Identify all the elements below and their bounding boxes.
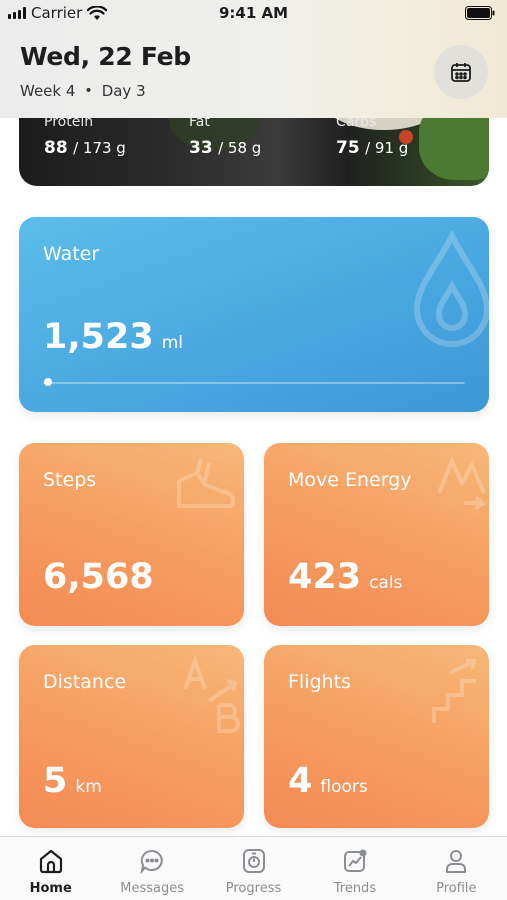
distance-amount: 5 km — [43, 761, 102, 801]
water-drop-icon — [413, 231, 489, 347]
tab-profile-label: Profile — [436, 881, 477, 896]
steps-card[interactable]: Steps 6,568 — [19, 443, 244, 626]
calendar-icon — [451, 63, 471, 82]
water-card[interactable]: Water 1,523 ml — [19, 217, 489, 412]
water-unit: ml — [161, 333, 184, 353]
water-amount: 1,523 ml — [43, 317, 183, 357]
tab-bar: Home Messages Progress Trends Profile — [0, 836, 507, 900]
tab-home[interactable]: Home — [0, 837, 101, 900]
water-value: 1,523 — [43, 317, 154, 357]
steps-amount: 6,568 — [43, 557, 154, 597]
move-energy-value: 423 — [288, 557, 362, 597]
user-icon — [446, 850, 467, 873]
flights-value: 4 — [288, 761, 313, 801]
water-progress-knob[interactable] — [44, 378, 52, 386]
home-icon — [39, 849, 62, 874]
flights-unit: floors — [320, 777, 368, 797]
tab-progress-label: Progress — [225, 881, 282, 896]
flights-card[interactable]: Flights 4 floors — [264, 645, 489, 828]
steps-title: Steps — [43, 469, 97, 491]
tab-messages[interactable]: Messages — [101, 837, 202, 900]
separator-dot: • — [84, 83, 93, 99]
water-title: Water — [43, 243, 100, 265]
status-bar: Carrier 9:41 AM — [0, 0, 507, 28]
calendar-button[interactable] — [434, 45, 488, 99]
clock: 9:41 AM — [218, 4, 289, 22]
tab-trends-label: Trends — [333, 881, 377, 896]
flights-amount: 4 floors — [288, 761, 368, 801]
stairs-icon — [432, 659, 477, 723]
tab-messages-label: Messages — [120, 881, 184, 896]
scale-icon — [242, 849, 265, 873]
day-label: Day 3 — [101, 82, 146, 100]
chat-bubble-icon — [140, 849, 163, 874]
move-energy-title: Move Energy — [288, 469, 412, 491]
protein-stat: Protein 88 / 173 g — [44, 114, 126, 158]
page-title-date: Wed, 22 Feb — [20, 42, 191, 71]
tab-progress[interactable]: Progress — [203, 837, 304, 900]
carbs-stat: Carbs 75 / 91 g — [336, 114, 408, 158]
fat-goal: / 58 g — [218, 139, 262, 157]
tab-trends[interactable]: Trends — [304, 837, 405, 900]
distance-value: 5 — [43, 761, 68, 801]
shoe-icon — [177, 458, 235, 508]
water-progress-track[interactable] — [43, 382, 465, 384]
tab-profile[interactable]: Profile — [406, 837, 507, 900]
distance-card[interactable]: Distance 5 km — [19, 645, 244, 828]
battery-icon — [465, 6, 495, 24]
move-energy-card[interactable]: Move Energy 423 cals — [264, 443, 489, 626]
fat-value: 33 — [189, 138, 213, 158]
week-day-subtitle: Week 4 • Day 3 — [20, 82, 146, 100]
week-label: Week 4 — [20, 82, 76, 100]
carbs-goal: / 91 g — [365, 139, 409, 157]
flights-title: Flights — [288, 671, 351, 693]
distance-title: Distance — [43, 671, 127, 693]
lightning-icon — [437, 455, 487, 511]
steps-value: 6,568 — [43, 557, 154, 597]
protein-goal: / 173 g — [73, 139, 126, 157]
fat-stat: Fat 33 / 58 g — [189, 114, 261, 158]
a-to-b-icon — [183, 655, 240, 733]
distance-unit: km — [75, 777, 102, 797]
carbs-value: 75 — [336, 138, 360, 158]
protein-value: 88 — [44, 138, 68, 158]
trend-chart-icon — [343, 849, 367, 872]
move-energy-unit: cals — [369, 573, 403, 593]
tab-home-label: Home — [29, 881, 72, 896]
move-energy-amount: 423 cals — [288, 557, 402, 597]
